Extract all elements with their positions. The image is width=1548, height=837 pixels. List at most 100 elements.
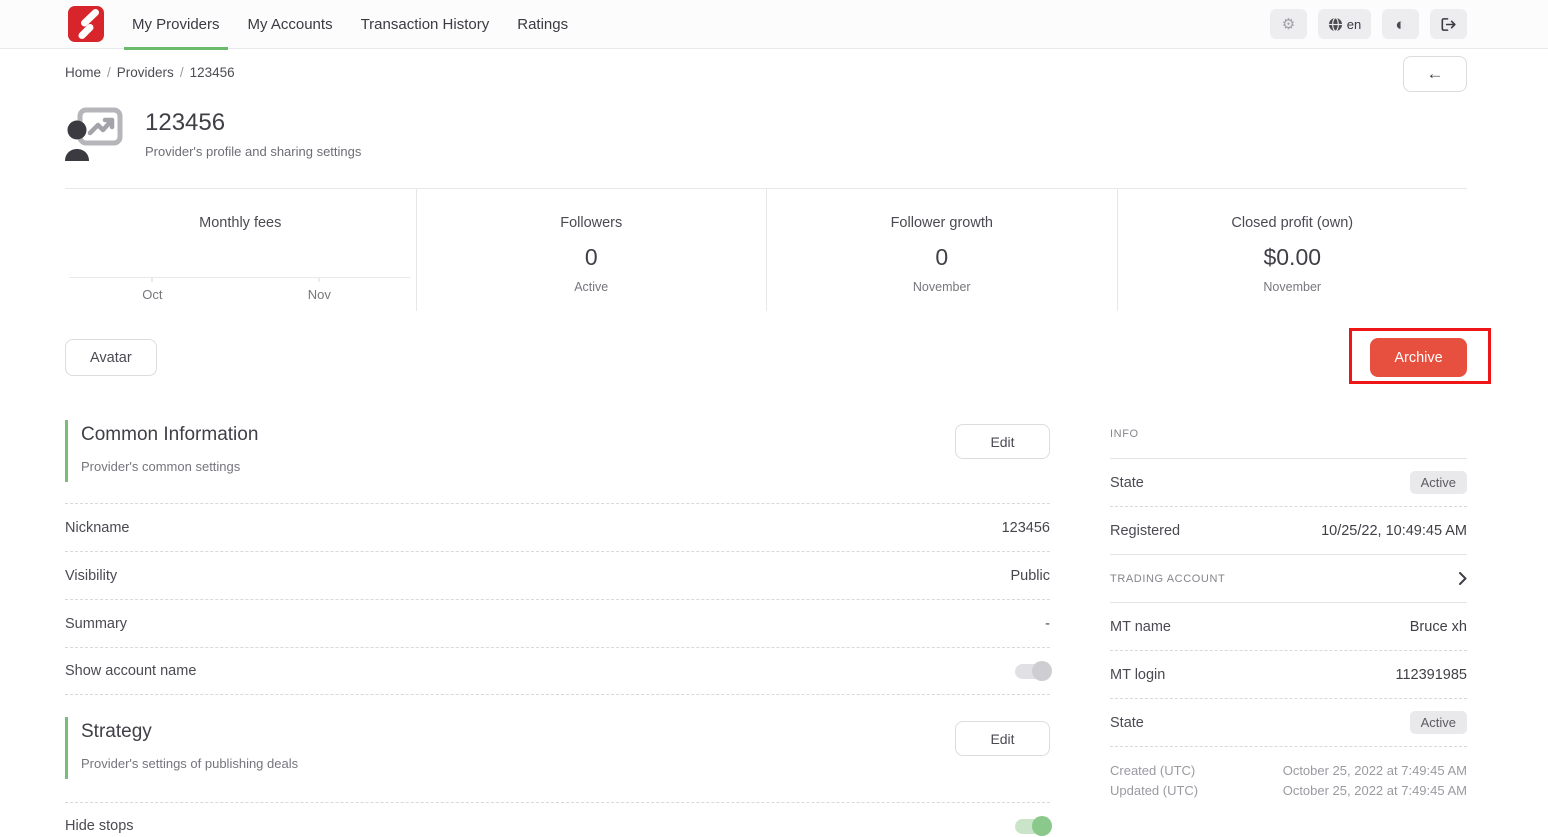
chevron-right-icon	[1459, 572, 1467, 585]
row-value: 10/25/22, 10:49:45 AM	[1321, 523, 1467, 539]
row-value: Bruce xh	[1410, 619, 1467, 635]
breadcrumb-home[interactable]: Home	[65, 65, 101, 80]
sidebar-row-state: State Active	[1110, 459, 1467, 507]
timestamps-block: Created (UTC) October 25, 2022 at 7:49:4…	[1110, 747, 1467, 801]
nav-tab-ratings[interactable]: Ratings	[503, 0, 582, 49]
settings-column: Common Information Provider's common set…	[65, 420, 1050, 837]
nav-tab-my-providers[interactable]: My Providers	[118, 0, 234, 49]
row-label: State	[1110, 715, 1144, 731]
common-information-rows: Nickname 123456 Visibility Public Summar…	[65, 503, 1050, 695]
row-nickname: Nickname 123456	[65, 503, 1050, 551]
monthly-fees-chart: Oct Nov	[69, 277, 410, 278]
section-subtitle: Provider's settings of publishing deals	[81, 756, 298, 771]
breadcrumb-current: 123456	[190, 65, 235, 80]
row-label: Hide stops	[65, 818, 134, 834]
meta-value: October 25, 2022 at 7:49:45 AM	[1283, 781, 1467, 801]
stat-value: $0.00	[1118, 244, 1468, 271]
gear-icon: ⚙	[1282, 17, 1295, 32]
stat-caption: November	[767, 280, 1117, 294]
provider-profile-icon	[65, 107, 123, 161]
row-value: -	[1045, 616, 1050, 632]
archive-button[interactable]: Archive	[1370, 338, 1467, 377]
info-sidebar: INFO State Active Registered 10/25/22, 1…	[1110, 420, 1467, 837]
breadcrumb-separator: /	[180, 65, 184, 80]
stat-title: Monthly fees	[65, 215, 416, 231]
toggle-knob	[1032, 816, 1052, 836]
contrast-icon: ◐	[1395, 16, 1405, 33]
row-value: 123456	[1002, 520, 1050, 536]
edit-strategy-button[interactable]: Edit	[955, 721, 1050, 756]
trading-account-caption: TRADING ACCOUNT	[1110, 573, 1225, 585]
updated-line: Updated (UTC) October 25, 2022 at 7:49:4…	[1110, 781, 1467, 801]
language-button[interactable]: en	[1318, 9, 1371, 39]
row-label: Summary	[65, 616, 127, 632]
breadcrumb-providers[interactable]: Providers	[117, 65, 174, 80]
page-subtitle: Provider's profile and sharing settings	[145, 144, 361, 159]
row-label: Visibility	[65, 568, 117, 584]
stat-closed-profit: Closed profit (own) $0.00 November	[1117, 189, 1468, 311]
row-label: Nickname	[65, 520, 129, 536]
top-navbar: My Providers My Accounts Transaction His…	[0, 0, 1548, 49]
edit-common-information-button[interactable]: Edit	[955, 424, 1050, 459]
sidebar-row-registered: Registered 10/25/22, 10:49:45 AM	[1110, 507, 1467, 555]
trading-account-section-header[interactable]: TRADING ACCOUNT	[1110, 555, 1467, 603]
stat-follower-growth: Follower growth 0 November	[766, 189, 1117, 311]
created-line: Created (UTC) October 25, 2022 at 7:49:4…	[1110, 761, 1467, 781]
brand-logo-icon[interactable]	[68, 6, 104, 42]
status-badge: Active	[1410, 471, 1467, 494]
breadcrumb: Home / Providers / 123456	[65, 49, 1467, 80]
stat-value: 0	[417, 244, 767, 271]
row-summary: Summary -	[65, 599, 1050, 647]
stat-value: 0	[767, 244, 1117, 271]
row-value: 112391985	[1395, 667, 1467, 683]
show-account-name-toggle[interactable]	[1015, 664, 1050, 679]
settings-button[interactable]: ⚙	[1270, 9, 1307, 39]
info-caption: INFO	[1110, 428, 1139, 440]
row-label: State	[1110, 475, 1144, 491]
row-show-account-name: Show account name	[65, 647, 1050, 695]
status-badge: Active	[1410, 711, 1467, 734]
toggle-knob	[1032, 661, 1052, 681]
section-subtitle: Provider's common settings	[81, 459, 258, 474]
page-title: 123456	[145, 109, 361, 137]
sidebar-row-account-state: State Active	[1110, 699, 1467, 747]
nav-tab-my-accounts[interactable]: My Accounts	[234, 0, 347, 49]
page-header: 123456 Provider's profile and sharing se…	[65, 107, 1467, 161]
chart-tick-label: Oct	[142, 287, 162, 302]
section-title: Common Information	[81, 424, 258, 446]
hide-stops-toggle[interactable]	[1015, 819, 1050, 834]
language-label: en	[1347, 17, 1361, 32]
logout-button[interactable]	[1430, 9, 1467, 39]
sidebar-row-mt-name: MT name Bruce xh	[1110, 603, 1467, 651]
row-label: MT login	[1110, 667, 1165, 683]
logout-icon	[1440, 17, 1457, 32]
strategy-rows: Hide stops	[65, 802, 1050, 837]
row-visibility: Visibility Public	[65, 551, 1050, 599]
row-label: MT name	[1110, 619, 1171, 635]
nav-tab-transaction-history[interactable]: Transaction History	[347, 0, 504, 49]
navbar-actions: ⚙ en ◐	[1270, 9, 1467, 39]
stat-title: Closed profit (own)	[1118, 215, 1468, 231]
strategy-section-header: Strategy Provider's settings of publishi…	[65, 717, 1050, 779]
stat-caption: Active	[417, 280, 767, 294]
avatar-button[interactable]: Avatar	[65, 339, 157, 376]
main-nav: My Providers My Accounts Transaction His…	[118, 0, 582, 49]
chart-tick	[319, 278, 320, 282]
row-hide-stops: Hide stops	[65, 802, 1050, 837]
chart-tick	[152, 278, 153, 282]
section-title: Strategy	[81, 721, 298, 743]
stat-caption: November	[1118, 280, 1468, 294]
breadcrumb-separator: /	[107, 65, 111, 80]
chart-tick-label: Nov	[308, 287, 331, 302]
back-button[interactable]: ←	[1403, 56, 1467, 92]
stat-followers: Followers 0 Active	[416, 189, 767, 311]
meta-label: Created (UTC)	[1110, 761, 1195, 781]
row-label: Show account name	[65, 663, 196, 679]
info-section-header: INFO	[1110, 420, 1467, 459]
theme-toggle-button[interactable]: ◐	[1382, 9, 1419, 39]
common-information-section-header: Common Information Provider's common set…	[65, 420, 1050, 482]
globe-icon	[1328, 17, 1343, 32]
back-arrow-icon: ←	[1427, 64, 1444, 84]
meta-value: October 25, 2022 at 7:49:45 AM	[1283, 761, 1467, 781]
row-label: Registered	[1110, 523, 1180, 539]
